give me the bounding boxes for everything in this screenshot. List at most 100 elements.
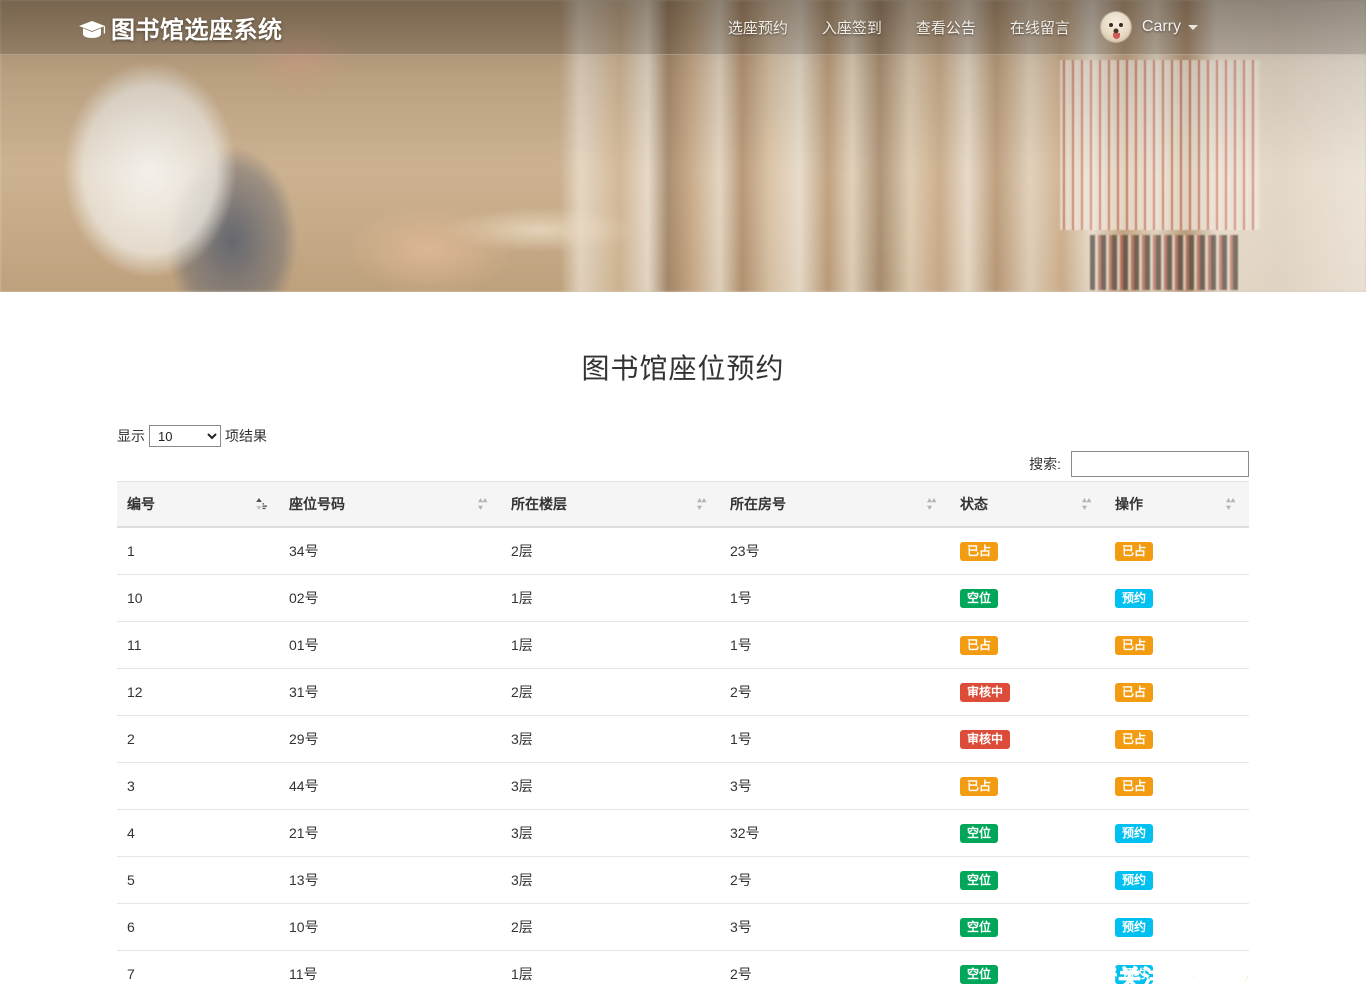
col-header-id[interactable]: 编号 — [117, 481, 279, 528]
action-button[interactable]: 预约 — [1115, 588, 1154, 608]
cell-room: 2号 — [720, 950, 950, 988]
col-header-seat-number[interactable]: 座位号码 — [279, 481, 501, 528]
brand-title: 图书馆选座系统 — [111, 16, 283, 44]
action-button[interactable]: 预约 — [1115, 823, 1154, 843]
cell-status: 审核中 — [950, 715, 1105, 763]
cell-seat-number: 10号 — [279, 903, 501, 951]
status-badge: 已占 — [960, 541, 999, 561]
entries-suffix-label: 项结果 — [225, 428, 267, 444]
cell-floor: 3层 — [501, 762, 720, 810]
status-badge: 审核中 — [960, 682, 1011, 702]
cell-floor: 2层 — [501, 527, 720, 575]
col-header-status[interactable]: 状态 — [950, 481, 1105, 528]
cell-room: 3号 — [720, 903, 950, 951]
table-row: 11 01号 1层 1号 已占 已占 — [117, 621, 1249, 669]
cell-status: 空位 — [950, 856, 1105, 904]
nav-item-messages[interactable]: 在线留言 — [993, 17, 1087, 38]
user-name-label: Carry — [1141, 18, 1181, 35]
col-header-room[interactable]: 所在房号 — [720, 481, 950, 528]
cell-status: 审核中 — [950, 668, 1105, 716]
table-row: 10 02号 1层 1号 空位 预约 — [117, 574, 1249, 622]
nav-item-seat-booking[interactable]: 选座预约 — [711, 17, 805, 38]
action-button[interactable]: 已占 — [1115, 776, 1154, 796]
cell-status: 已占 — [950, 762, 1105, 810]
cell-action: 已占 — [1105, 762, 1249, 810]
table-row: 1 34号 2层 23号 已占 已占 — [117, 527, 1249, 575]
cell-seat-number: 01号 — [279, 621, 501, 669]
cell-seat-number: 21号 — [279, 809, 501, 857]
cell-action: 预约 — [1105, 856, 1249, 904]
hero-banner: 图书馆选座系统 选座预约 入座签到 查看公告 在线留言 Carry — [0, 0, 1366, 292]
caret-down-icon — [1188, 24, 1198, 30]
entries-prefix-label: 显示 — [117, 428, 145, 444]
cell-floor: 3层 — [501, 809, 720, 857]
cell-id: 5 — [117, 856, 279, 904]
dog-avatar-icon — [1100, 12, 1131, 42]
cell-floor: 2层 — [501, 903, 720, 951]
cell-room: 32号 — [720, 809, 950, 857]
col-header-action[interactable]: 操作 — [1105, 481, 1249, 528]
cell-id: 6 — [117, 903, 279, 951]
search-input[interactable] — [1071, 451, 1249, 477]
cell-seat-number: 11号 — [279, 950, 501, 988]
cell-id: 7 — [117, 950, 279, 988]
cell-id: 4 — [117, 809, 279, 857]
status-badge: 空位 — [960, 870, 999, 890]
cell-status: 空位 — [950, 574, 1105, 622]
top-navbar: 图书馆选座系统 选座预约 入座签到 查看公告 在线留言 Carry — [0, 0, 1366, 55]
table-row: 5 13号 3层 2号 空位 预约 — [117, 856, 1249, 904]
sort-both-icon — [478, 498, 488, 510]
sort-both-icon — [697, 498, 707, 510]
status-badge: 空位 — [960, 588, 999, 608]
cell-room: 2号 — [720, 668, 950, 716]
cell-seat-number: 34号 — [279, 527, 501, 575]
cell-action: 预约 — [1105, 950, 1249, 988]
cell-floor: 1层 — [501, 621, 720, 669]
cell-seat-number: 02号 — [279, 574, 501, 622]
cell-id: 12 — [117, 668, 279, 716]
action-button[interactable]: 已占 — [1115, 729, 1154, 749]
seat-table-header-row: 编号 座位号码 所在楼层 所在房号 状态 操作 — [117, 481, 1249, 528]
cell-room: 1号 — [720, 574, 950, 622]
search-label: 搜索: — [1029, 456, 1061, 472]
brand-logo[interactable]: 图书馆选座系统 — [78, 10, 283, 45]
table-row: 12 31号 2层 2号 审核中 已占 — [117, 668, 1249, 716]
status-badge: 审核中 — [960, 729, 1011, 749]
cell-room: 23号 — [720, 527, 950, 575]
action-button[interactable]: 预约 — [1115, 870, 1154, 890]
action-button[interactable]: 已占 — [1115, 635, 1154, 655]
cell-action: 预约 — [1105, 903, 1249, 951]
cell-status: 空位 — [950, 903, 1105, 951]
status-badge: 空位 — [960, 917, 999, 937]
cell-action: 已占 — [1105, 621, 1249, 669]
sort-ascending-icon — [256, 498, 267, 510]
status-badge: 已占 — [960, 635, 999, 655]
action-button[interactable]: 预约 — [1115, 964, 1154, 984]
cell-status: 已占 — [950, 527, 1105, 575]
sort-both-icon — [1226, 498, 1236, 510]
action-button[interactable]: 已占 — [1115, 682, 1154, 702]
sort-both-icon — [1082, 498, 1092, 510]
cell-id: 2 — [117, 715, 279, 763]
entries-length-control: 显示 102550100 项结果 — [117, 425, 267, 447]
cell-id: 3 — [117, 762, 279, 810]
cell-floor: 3层 — [501, 856, 720, 904]
table-row: 4 21号 3层 32号 空位 预约 — [117, 809, 1249, 857]
cell-status: 已占 — [950, 621, 1105, 669]
col-header-floor[interactable]: 所在楼层 — [501, 481, 720, 528]
status-badge: 空位 — [960, 823, 999, 843]
cell-room: 1号 — [720, 715, 950, 763]
seat-table-body: 1 34号 2层 23号 已占 已占 10 02号 1层 1号 空位 预约 11 01号 1层 1号 已占 已占 1… — [117, 527, 1249, 988]
cell-seat-number: 44号 — [279, 762, 501, 810]
nav-item-check-in[interactable]: 入座签到 — [805, 17, 899, 38]
entries-per-page-select[interactable]: 102550100 — [149, 425, 221, 447]
table-row: 6 10号 2层 3号 空位 预约 — [117, 903, 1249, 951]
cell-action: 已占 — [1105, 668, 1249, 716]
cell-action: 已占 — [1105, 715, 1249, 763]
table-row: 2 29号 3层 1号 审核中 已占 — [117, 715, 1249, 763]
action-button[interactable]: 预约 — [1115, 917, 1154, 937]
nav-links: 选座预约 入座签到 查看公告 在线留言 Carry — [711, 12, 1198, 42]
nav-item-announcements[interactable]: 查看公告 — [899, 17, 993, 38]
action-button[interactable]: 已占 — [1115, 541, 1154, 561]
user-menu[interactable]: Carry — [1087, 12, 1198, 42]
